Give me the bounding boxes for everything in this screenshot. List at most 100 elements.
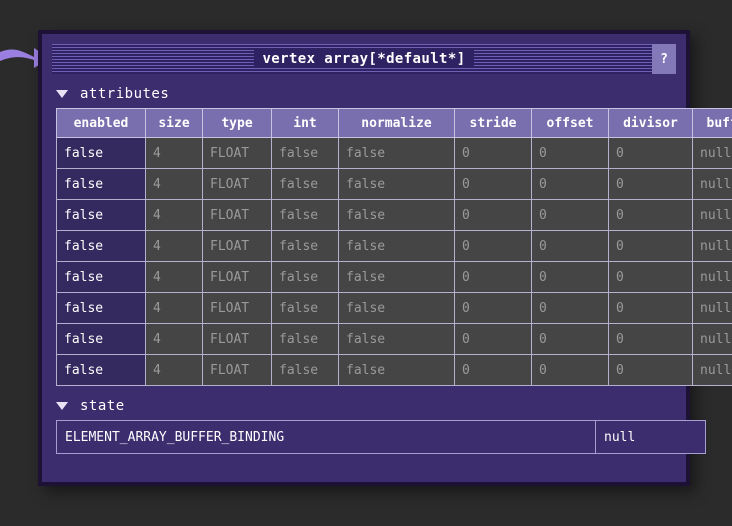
- column-header-stride[interactable]: stride: [454, 108, 532, 138]
- help-button[interactable]: ?: [652, 44, 676, 74]
- triangle-down-icon[interactable]: [56, 90, 68, 98]
- cell-offset[interactable]: 0: [531, 292, 609, 324]
- table-row[interactable]: false 4 FLOAT false false 0 0 0 null: [56, 323, 732, 355]
- table-row[interactable]: false 4 FLOAT false false 0 0 0 null: [56, 168, 732, 200]
- state-row[interactable]: ELEMENT_ARRAY_BUFFER_BINDING null: [56, 420, 706, 454]
- cell-int[interactable]: false: [271, 199, 339, 231]
- cell-type[interactable]: FLOAT: [202, 137, 272, 169]
- cell-buffer[interactable]: null: [692, 323, 732, 355]
- cell-size[interactable]: 4: [145, 261, 203, 293]
- cell-enabled[interactable]: false: [56, 137, 146, 169]
- table-row[interactable]: false 4 FLOAT false false 0 0 0 null: [56, 199, 732, 231]
- cell-enabled[interactable]: false: [56, 199, 146, 231]
- cell-divisor[interactable]: 0: [608, 230, 693, 262]
- column-header-normalize[interactable]: normalize: [338, 108, 455, 138]
- column-header-size[interactable]: size: [145, 108, 203, 138]
- cell-buffer[interactable]: null: [692, 230, 732, 262]
- column-header-divisor[interactable]: divisor: [608, 108, 693, 138]
- column-header-type[interactable]: type: [202, 108, 272, 138]
- cell-stride[interactable]: 0: [454, 230, 532, 262]
- cell-offset[interactable]: 0: [531, 137, 609, 169]
- cell-offset[interactable]: 0: [531, 230, 609, 262]
- cell-offset[interactable]: 0: [531, 323, 609, 355]
- cell-stride[interactable]: 0: [454, 137, 532, 169]
- cell-offset[interactable]: 0: [531, 354, 609, 386]
- cell-type[interactable]: FLOAT: [202, 354, 272, 386]
- cell-normalize[interactable]: false: [338, 137, 455, 169]
- cell-normalize[interactable]: false: [338, 230, 455, 262]
- cell-normalize[interactable]: false: [338, 168, 455, 200]
- cell-size[interactable]: 4: [145, 168, 203, 200]
- cell-normalize[interactable]: false: [338, 261, 455, 293]
- state-value[interactable]: null: [595, 420, 706, 454]
- cell-enabled[interactable]: false: [56, 354, 146, 386]
- cell-divisor[interactable]: 0: [608, 168, 693, 200]
- cell-int[interactable]: false: [271, 292, 339, 324]
- table-row[interactable]: false 4 FLOAT false false 0 0 0 null: [56, 354, 732, 386]
- cell-buffer[interactable]: null: [692, 261, 732, 293]
- cell-int[interactable]: false: [271, 230, 339, 262]
- cell-stride[interactable]: 0: [454, 354, 532, 386]
- cell-enabled[interactable]: false: [56, 292, 146, 324]
- column-header-offset[interactable]: offset: [531, 108, 609, 138]
- cell-enabled[interactable]: false: [56, 323, 146, 355]
- cell-normalize[interactable]: false: [338, 292, 455, 324]
- cell-int[interactable]: false: [271, 168, 339, 200]
- cell-stride[interactable]: 0: [454, 261, 532, 293]
- column-header-buffer[interactable]: buffer: [692, 108, 732, 138]
- section-header-state[interactable]: state: [56, 398, 686, 414]
- table-row[interactable]: false 4 FLOAT false false 0 0 0 null: [56, 230, 732, 262]
- cell-stride[interactable]: 0: [454, 168, 532, 200]
- cell-type[interactable]: FLOAT: [202, 199, 272, 231]
- cell-size[interactable]: 4: [145, 137, 203, 169]
- cell-size[interactable]: 4: [145, 199, 203, 231]
- cell-normalize[interactable]: false: [338, 199, 455, 231]
- table-row[interactable]: false 4 FLOAT false false 0 0 0 null: [56, 137, 732, 169]
- cell-size[interactable]: 4: [145, 292, 203, 324]
- cell-size[interactable]: 4: [145, 323, 203, 355]
- triangle-down-icon[interactable]: [56, 402, 68, 410]
- section-header-attributes[interactable]: attributes: [56, 86, 686, 102]
- cell-stride[interactable]: 0: [454, 199, 532, 231]
- cell-stride[interactable]: 0: [454, 292, 532, 324]
- cell-type[interactable]: FLOAT: [202, 230, 272, 262]
- cell-buffer[interactable]: null: [692, 292, 732, 324]
- screen-root: vertex array[*default*] ? attributes ena…: [0, 0, 732, 526]
- cell-buffer[interactable]: null: [692, 168, 732, 200]
- cell-size[interactable]: 4: [145, 230, 203, 262]
- cell-enabled[interactable]: false: [56, 230, 146, 262]
- cell-size[interactable]: 4: [145, 354, 203, 386]
- cell-divisor[interactable]: 0: [608, 292, 693, 324]
- cell-divisor[interactable]: 0: [608, 261, 693, 293]
- cell-divisor[interactable]: 0: [608, 137, 693, 169]
- column-header-enabled[interactable]: enabled: [56, 108, 146, 138]
- cell-offset[interactable]: 0: [531, 168, 609, 200]
- cell-type[interactable]: FLOAT: [202, 323, 272, 355]
- state-table: ELEMENT_ARRAY_BUFFER_BINDING null: [56, 420, 706, 454]
- cell-buffer[interactable]: null: [692, 137, 732, 169]
- cell-buffer[interactable]: null: [692, 199, 732, 231]
- cell-divisor[interactable]: 0: [608, 354, 693, 386]
- cell-normalize[interactable]: false: [338, 354, 455, 386]
- cell-normalize[interactable]: false: [338, 323, 455, 355]
- cell-divisor[interactable]: 0: [608, 199, 693, 231]
- cell-divisor[interactable]: 0: [608, 323, 693, 355]
- cell-offset[interactable]: 0: [531, 261, 609, 293]
- cell-offset[interactable]: 0: [531, 199, 609, 231]
- cell-enabled[interactable]: false: [56, 261, 146, 293]
- cell-type[interactable]: FLOAT: [202, 292, 272, 324]
- window-titlebar[interactable]: vertex array[*default*] ?: [52, 44, 676, 74]
- cell-int[interactable]: false: [271, 261, 339, 293]
- cell-int[interactable]: false: [271, 323, 339, 355]
- table-row[interactable]: false 4 FLOAT false false 0 0 0 null: [56, 292, 732, 324]
- cell-int[interactable]: false: [271, 354, 339, 386]
- cell-enabled[interactable]: false: [56, 168, 146, 200]
- attributes-table-head: enabled size type int normalize stride o…: [56, 108, 732, 138]
- cell-stride[interactable]: 0: [454, 323, 532, 355]
- column-header-int[interactable]: int: [271, 108, 339, 138]
- cell-type[interactable]: FLOAT: [202, 168, 272, 200]
- cell-int[interactable]: false: [271, 137, 339, 169]
- cell-buffer[interactable]: null: [692, 354, 732, 386]
- table-row[interactable]: false 4 FLOAT false false 0 0 0 null: [56, 261, 732, 293]
- cell-type[interactable]: FLOAT: [202, 261, 272, 293]
